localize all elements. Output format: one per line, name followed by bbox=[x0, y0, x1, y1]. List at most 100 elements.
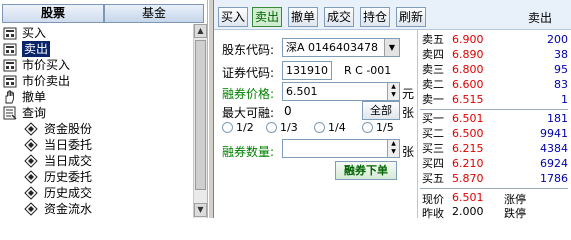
ratio-third-radio[interactable]: 1/3 bbox=[266, 121, 298, 134]
tree-item-label: 卖出 bbox=[22, 41, 51, 57]
radio-icon bbox=[362, 122, 373, 133]
ask-row-5[interactable]: 卖五 6.900 200 bbox=[418, 32, 568, 47]
toolbar-positions-button[interactable]: 持仓 bbox=[360, 7, 390, 27]
tree-item-buy[interactable]: 买入 bbox=[2, 25, 46, 41]
scroll-down-icon[interactable]: ▼ bbox=[194, 203, 207, 217]
qty-label: 融券数量: bbox=[222, 145, 275, 159]
ask-volume: 38 bbox=[554, 48, 568, 61]
left-panel: 股票 基金 买入 卖出 市价买入 市价卖出 撤单 查询 资金股份 当日委托 当日… bbox=[0, 0, 208, 218]
ratio-half-radio[interactable]: 1/2 bbox=[222, 121, 254, 134]
price-unit: 元 bbox=[402, 87, 415, 101]
prev-close-row: 昨收 2.000 跌停 bbox=[422, 205, 526, 221]
ratio-fifth-radio[interactable]: 1/5 bbox=[362, 121, 394, 134]
bid-row-2[interactable]: 买二 6.500 9941 bbox=[418, 126, 568, 141]
ask-row-2[interactable]: 卖二 6.600 83 bbox=[418, 77, 568, 92]
qty-unit: 张 bbox=[402, 145, 415, 159]
max-value: 0 bbox=[284, 104, 292, 118]
price-input[interactable]: 6.501 ▲ ▼ bbox=[282, 82, 400, 101]
toolbar-sell-button[interactable]: 卖出 bbox=[252, 7, 282, 27]
price-value: 6.501 bbox=[286, 85, 318, 98]
bid-volume: 181 bbox=[547, 112, 568, 125]
all-button[interactable]: 全部 bbox=[362, 101, 400, 120]
query-icon bbox=[2, 106, 17, 120]
ask-row-4[interactable]: 卖四 6.890 38 bbox=[418, 47, 568, 62]
tab-stock[interactable]: 股票 bbox=[2, 4, 104, 23]
diamond-icon bbox=[24, 202, 38, 216]
tree-item-market-buy[interactable]: 市价买入 bbox=[2, 57, 70, 73]
tree-item-market-sell[interactable]: 市价卖出 bbox=[2, 73, 70, 89]
limit-down-label: 跌停 bbox=[504, 207, 526, 220]
price-stepper[interactable]: ▲ ▼ bbox=[387, 83, 399, 100]
tree-item-label: 资金流水 bbox=[44, 202, 93, 216]
current-price-value: 6.501 bbox=[452, 191, 484, 204]
bid-price: 5.870 bbox=[452, 172, 484, 185]
toolbar-refresh-button[interactable]: 刷新 bbox=[396, 7, 426, 27]
tree-item-sell[interactable]: 卖出 bbox=[2, 41, 51, 57]
price-label: 融券价格: bbox=[222, 87, 275, 101]
ask-volume: 200 bbox=[547, 33, 568, 46]
scroll-up-icon[interactable]: ▲ bbox=[194, 24, 207, 38]
left-tabs: 股票 基金 bbox=[0, 4, 208, 23]
tree-subitem-funds-shares[interactable]: 资金股份 bbox=[24, 121, 92, 137]
tree-item-query[interactable]: 查询 bbox=[2, 105, 46, 121]
tree-item-cancel[interactable]: 撤单 bbox=[2, 89, 46, 105]
bid-row-3[interactable]: 买三 6.215 4384 bbox=[418, 141, 568, 156]
account-label: 股东代码: bbox=[222, 43, 275, 57]
bid-price: 6.500 bbox=[452, 127, 484, 140]
radio-label: 1/2 bbox=[236, 121, 254, 134]
account-select[interactable]: 深A 0146403478 ▼ bbox=[282, 38, 400, 57]
code-input[interactable]: 131910 bbox=[282, 61, 332, 80]
tree-item-label: 历史成交 bbox=[44, 186, 93, 200]
tree-item-label: 资金股份 bbox=[44, 122, 93, 136]
submit-order-button[interactable]: 融券下单 bbox=[335, 161, 397, 180]
bid-row-4[interactable]: 买四 6.210 6924 bbox=[418, 156, 568, 171]
tree-item-label: 当日委托 bbox=[44, 138, 93, 152]
ask-volume: 83 bbox=[554, 78, 568, 91]
ask-row-1[interactable]: 卖一 6.515 1 bbox=[418, 92, 568, 107]
tree-item-label: 市价卖出 bbox=[22, 74, 71, 88]
bid-label: 买三 bbox=[422, 142, 444, 155]
bid-row-5[interactable]: 买五 5.870 1786 bbox=[418, 171, 568, 186]
bid-label: 买五 bbox=[422, 172, 444, 185]
ask-label: 卖四 bbox=[422, 48, 444, 61]
radio-icon bbox=[266, 122, 277, 133]
ratio-quarter-radio[interactable]: 1/4 bbox=[314, 121, 346, 134]
ask-label: 卖一 bbox=[422, 93, 444, 106]
chevron-down-icon[interactable]: ▼ bbox=[384, 39, 399, 56]
prev-close-value: 2.000 bbox=[452, 205, 484, 218]
ask-price: 6.800 bbox=[452, 63, 484, 76]
ask-row-3[interactable]: 卖三 6.800 95 bbox=[418, 62, 568, 77]
bid-volume: 1786 bbox=[540, 172, 568, 185]
scroll-thumb[interactable] bbox=[195, 40, 206, 190]
tree-scrollbar[interactable]: ▲ ▼ bbox=[193, 24, 207, 218]
tab-fund[interactable]: 基金 bbox=[104, 4, 204, 23]
bid-label: 买二 bbox=[422, 127, 444, 140]
top-toolbar: 买入 卖出 撤单 成交 持仓 刷新 bbox=[214, 0, 571, 30]
toolbar-trades-button[interactable]: 成交 bbox=[324, 7, 354, 27]
ask-price: 6.890 bbox=[452, 48, 484, 61]
bid-volume: 9941 bbox=[540, 127, 568, 140]
tree-item-label: 买入 bbox=[22, 26, 47, 40]
tree-item-label: 历史委托 bbox=[44, 170, 93, 184]
hand-icon bbox=[2, 90, 17, 104]
quote-panel: 卖五 6.900 200 卖四 6.890 38 卖三 6.800 95 卖二 6.600 83… bbox=[417, 30, 571, 221]
tree-subitem-today-trades[interactable]: 当日成交 bbox=[24, 153, 92, 169]
order-form: 股东代码: 深A 0146403478 ▼ 证券代码: 131910 R C -… bbox=[214, 30, 416, 218]
prev-close-label: 昨收 bbox=[422, 207, 444, 220]
tree-item-label: 当日成交 bbox=[44, 154, 93, 168]
market-buy-icon bbox=[2, 58, 17, 72]
ask-volume: 95 bbox=[554, 63, 568, 76]
tree-subitem-history-trades[interactable]: 历史成交 bbox=[24, 185, 92, 201]
qty-stepper[interactable]: ▲ ▼ bbox=[387, 140, 399, 157]
toolbar-buy-button[interactable]: 买入 bbox=[218, 7, 248, 27]
tree-subitem-cash-flow[interactable]: 资金流水 bbox=[24, 201, 92, 217]
bid-price: 6.215 bbox=[452, 142, 484, 155]
buy-icon bbox=[2, 26, 17, 40]
quote-divider bbox=[420, 109, 568, 110]
bid-row-1[interactable]: 买一 6.501 181 bbox=[418, 111, 568, 126]
tree-subitem-history-orders[interactable]: 历史委托 bbox=[24, 169, 92, 185]
tree-subitem-today-orders[interactable]: 当日委托 bbox=[24, 137, 92, 153]
bid-price: 6.210 bbox=[452, 157, 484, 170]
qty-input[interactable]: ▲ ▼ bbox=[282, 139, 400, 158]
toolbar-cancel-button[interactable]: 撤单 bbox=[288, 7, 318, 27]
